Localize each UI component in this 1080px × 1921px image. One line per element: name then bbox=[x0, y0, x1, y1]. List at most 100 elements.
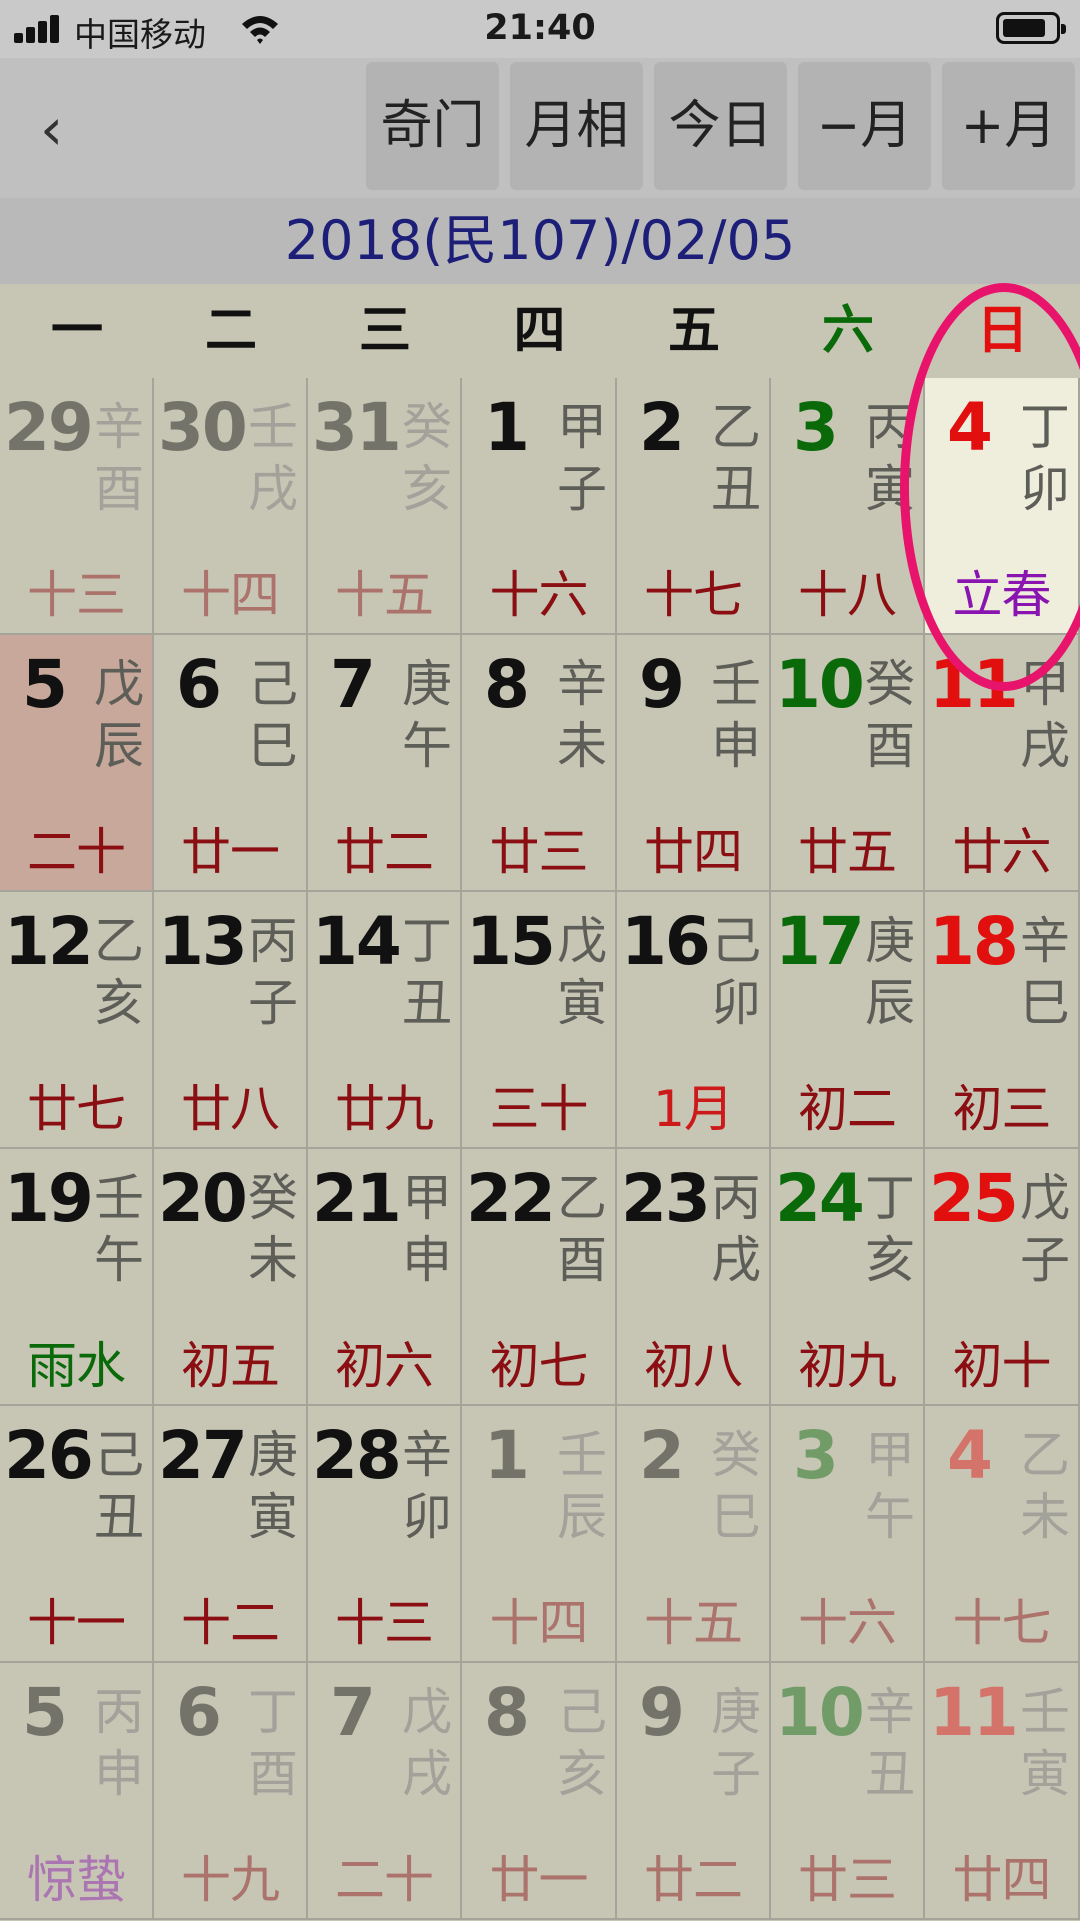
day-cell[interactable]: 29 辛酉 十三 bbox=[0, 378, 154, 635]
day-number: 3 bbox=[793, 1417, 839, 1494]
ganzhi-label: 己丑 bbox=[94, 1426, 144, 1546]
day-number: 10 bbox=[775, 646, 865, 723]
status-bar: 中国移动 21:40 bbox=[0, 0, 1080, 58]
day-number: 1 bbox=[484, 1417, 530, 1494]
ganzhi-label: 己卯 bbox=[711, 912, 761, 1032]
ganzhi-label: 辛巳 bbox=[1020, 912, 1070, 1032]
day-number: 8 bbox=[484, 646, 530, 723]
day-cell[interactable]: 9 庚子 廿二 bbox=[617, 1663, 771, 1920]
qimen-button[interactable]: 奇门 bbox=[366, 62, 499, 190]
day-number: 8 bbox=[484, 1674, 530, 1751]
ganzhi-label: 辛未 bbox=[557, 655, 607, 775]
day-cell[interactable]: 22 乙酉 初七 bbox=[462, 1149, 617, 1406]
ganzhi-label: 戊辰 bbox=[94, 655, 144, 775]
day-number: 7 bbox=[330, 646, 376, 723]
day-cell[interactable]: 27 庚寅 十二 bbox=[154, 1406, 308, 1663]
lunar-date-label: 二十 bbox=[27, 823, 126, 881]
ganzhi-label: 壬戌 bbox=[248, 398, 298, 518]
lunar-date-label: 十一 bbox=[27, 1594, 126, 1652]
ganzhi-label: 癸未 bbox=[248, 1169, 298, 1289]
back-button[interactable]: ‹ bbox=[40, 94, 100, 164]
day-cell[interactable]: 23 丙戌 初八 bbox=[617, 1149, 771, 1406]
day-cell[interactable]: 24 丁亥 初九 bbox=[771, 1149, 925, 1406]
day-cell[interactable]: 31 癸亥 十五 bbox=[308, 378, 462, 635]
lunar-date-label: 二十 bbox=[335, 1851, 434, 1909]
day-cell[interactable]: 25 戊子 初十 bbox=[925, 1149, 1080, 1406]
day-number: 26 bbox=[4, 1417, 94, 1494]
day-cell[interactable]: 1 甲子 十六 bbox=[462, 378, 617, 635]
day-cell[interactable]: 28 辛卯 十三 bbox=[308, 1406, 462, 1663]
ganzhi-label: 丙子 bbox=[248, 912, 298, 1032]
lunar-date-label: 十七 bbox=[644, 566, 743, 624]
day-cell[interactable]: 8 辛未 廿三 bbox=[462, 635, 617, 892]
day-number: 6 bbox=[176, 1674, 222, 1751]
day-cell[interactable]: 7 戊戌 二十 bbox=[308, 1663, 462, 1920]
day-cell[interactable]: 17 庚辰 初二 bbox=[771, 892, 925, 1149]
today-button[interactable]: 今日 bbox=[654, 62, 787, 190]
day-cell[interactable]: 6 丁酉 十九 bbox=[154, 1663, 308, 1920]
ganzhi-label: 庚午 bbox=[402, 655, 452, 775]
day-cell[interactable]: 13 丙子 廿八 bbox=[154, 892, 308, 1149]
ganzhi-label: 壬寅 bbox=[1020, 1683, 1070, 1803]
day-cell[interactable]: 10 辛丑 廿三 bbox=[771, 1663, 925, 1920]
lunar-date-label: 廿三 bbox=[798, 1851, 897, 1909]
day-cell[interactable]: 16 己卯 1月 bbox=[617, 892, 771, 1149]
day-cell[interactable]: 12 乙亥 廿七 bbox=[0, 892, 154, 1149]
day-cell[interactable]: 11 壬寅廿四 bbox=[925, 1663, 1080, 1920]
day-cell[interactable]: 26 己丑十一 bbox=[0, 1406, 154, 1663]
ganzhi-label: 乙丑 bbox=[711, 398, 761, 518]
next-month-button[interactable]: +月 bbox=[942, 62, 1075, 190]
day-number: 2 bbox=[639, 389, 685, 466]
day-cell[interactable]: 7 庚午 廿二 bbox=[308, 635, 462, 892]
day-cell[interactable]: 20 癸未 初五 bbox=[154, 1149, 308, 1406]
day-number: 21 bbox=[312, 1160, 402, 1237]
lunar-date-label: 十四 bbox=[181, 566, 280, 624]
lunar-date-label: 廿四 bbox=[952, 1851, 1052, 1909]
ganzhi-label: 辛丑 bbox=[865, 1683, 915, 1803]
date-header[interactable]: 2018(民107)/02/05 bbox=[0, 198, 1080, 284]
day-cell[interactable]: 21 甲申 初六 bbox=[308, 1149, 462, 1406]
ganzhi-label: 辛酉 bbox=[94, 398, 144, 518]
moon-phase-button[interactable]: 月相 bbox=[510, 62, 643, 190]
toolbar: ‹ 奇门 月相 今日 −月 +月 bbox=[0, 58, 1080, 198]
day-cell[interactable]: 2 癸巳 十五 bbox=[617, 1406, 771, 1663]
day-cell[interactable]: 10 癸酉 廿五 bbox=[771, 635, 925, 892]
day-cell[interactable]: 30 壬戌 十四 bbox=[154, 378, 308, 635]
day-cell[interactable]: 1 壬辰 十四 bbox=[462, 1406, 617, 1663]
day-cell[interactable]: 5 戊辰 二十 bbox=[0, 635, 154, 892]
lunar-date-label: 十五 bbox=[335, 566, 434, 624]
day-cell[interactable]: 9 壬申 廿四 bbox=[617, 635, 771, 892]
day-cell[interactable]: 4 乙未 十七 bbox=[925, 1406, 1080, 1663]
day-cell[interactable]: 8 己亥 廿一 bbox=[462, 1663, 617, 1920]
solar-term-label: 惊蛰 bbox=[27, 1851, 126, 1909]
lunar-date-label: 十八 bbox=[798, 566, 897, 624]
day-cell[interactable]: 3 甲午 十六 bbox=[771, 1406, 925, 1663]
weekday-label: 四 bbox=[513, 301, 566, 361]
day-cell[interactable]: 14 丁丑 廿九 bbox=[308, 892, 462, 1149]
day-number: 4 bbox=[947, 1417, 993, 1494]
day-cell[interactable]: 6 己巳 廿一 bbox=[154, 635, 308, 892]
day-number: 19 bbox=[4, 1160, 94, 1237]
lunar-date-label: 初七 bbox=[489, 1337, 589, 1395]
day-number: 5 bbox=[22, 1674, 68, 1751]
ganzhi-label: 丁丑 bbox=[402, 912, 452, 1032]
lunar-date-label: 初二 bbox=[798, 1080, 897, 1138]
lunar-date-label: 十七 bbox=[952, 1594, 1052, 1652]
day-number: 11 bbox=[929, 1674, 1019, 1751]
lunar-date-label: 十四 bbox=[489, 1594, 589, 1652]
day-number: 1 bbox=[484, 389, 530, 466]
day-number: 3 bbox=[793, 389, 839, 466]
day-cell[interactable]: 18 辛巳 初三 bbox=[925, 892, 1080, 1149]
day-cell[interactable]: 19 壬午 雨水 bbox=[0, 1149, 154, 1406]
day-cell[interactable]: 5 丙申 惊蛰 bbox=[0, 1663, 154, 1920]
ganzhi-label: 癸亥 bbox=[402, 398, 452, 518]
ganzhi-label: 丙戌 bbox=[711, 1169, 761, 1289]
day-cell[interactable]: 2 乙丑十七 bbox=[617, 378, 771, 635]
day-number: 12 bbox=[4, 903, 94, 980]
lunar-date-label: 廿一 bbox=[489, 1851, 589, 1909]
ganzhi-label: 庚寅 bbox=[248, 1426, 298, 1546]
lunar-date-label: 1月 bbox=[653, 1080, 734, 1138]
prev-month-button[interactable]: −月 bbox=[798, 62, 931, 190]
day-cell[interactable]: 15 戊寅 三十 bbox=[462, 892, 617, 1149]
day-number: 2 bbox=[639, 1417, 685, 1494]
